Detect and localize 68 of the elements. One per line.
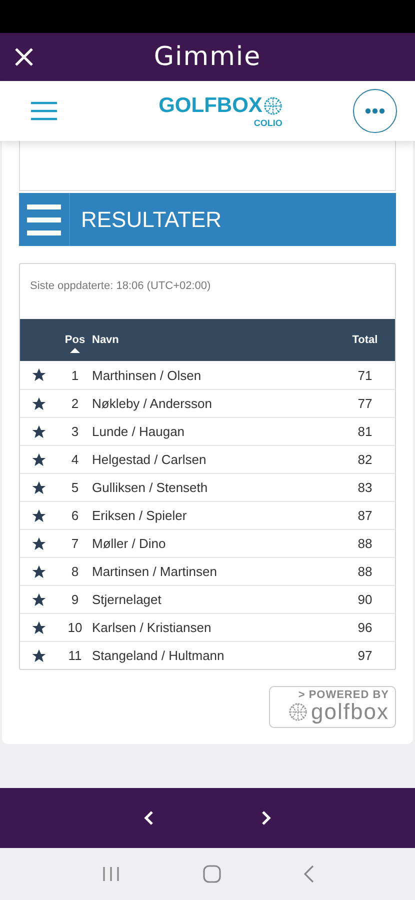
position-cell: 2 <box>71 396 79 411</box>
star-icon[interactable] <box>31 536 47 552</box>
section-title: RESULTATER <box>81 206 222 232</box>
position-cell: 11 <box>68 648 82 663</box>
star-icon[interactable] <box>31 592 47 608</box>
column-header[interactable]: Navn <box>92 334 119 346</box>
total-cell: 96 <box>358 620 372 635</box>
position-cell: 4 <box>71 452 79 467</box>
position-cell: 10 <box>68 620 82 635</box>
name-cell: Marthinsen / Olsen <box>92 368 202 382</box>
column-header[interactable]: Pos <box>64 334 86 346</box>
menu-icon <box>30 100 58 122</box>
name-cell: Eriksen / Spieler <box>92 508 187 523</box>
position-cell: 8 <box>71 564 79 579</box>
name-cell: Gulliksen / Stenseth <box>92 480 208 495</box>
star-icon[interactable] <box>31 396 47 412</box>
name-cell: Stjernelaget <box>92 592 162 607</box>
star-icon[interactable] <box>31 480 47 496</box>
powered-caption: > POWERED BY <box>298 689 389 701</box>
position-cell: 3 <box>71 424 79 439</box>
sub-logo: COLIO <box>254 118 282 128</box>
total-cell: 71 <box>358 368 372 382</box>
position-cell: 6 <box>71 508 79 523</box>
total-cell: 87 <box>358 508 372 523</box>
star-icon[interactable] <box>31 452 47 468</box>
total-cell: 90 <box>358 592 372 607</box>
site-logo: GOLFBOX <box>158 94 262 118</box>
name-cell: Karlsen / Kristiansen <box>92 620 212 635</box>
last-updated: Siste oppdaterte: 18:06 (UTC+02:00) <box>29 279 212 294</box>
globe-icon <box>289 703 308 721</box>
close-icon <box>14 47 34 67</box>
total-cell: 88 <box>358 564 372 579</box>
name-cell: Martinsen / Martinsen <box>92 564 217 579</box>
chevron-left-icon <box>144 810 154 826</box>
star-icon[interactable] <box>31 620 47 636</box>
total-cell: 97 <box>358 648 372 663</box>
chevron-right-icon <box>261 810 272 826</box>
name-cell: Lunde / Haugan <box>92 424 185 439</box>
total-cell: 82 <box>358 452 372 467</box>
name-cell: Møller / Dino <box>92 536 166 551</box>
total-cell: 77 <box>358 396 372 411</box>
total-cell: 83 <box>358 480 372 495</box>
powered-by-badge[interactable]: > POWERED BY golfbox <box>269 686 396 728</box>
name-cell: Helgestad / Carlsen <box>92 452 206 467</box>
position-cell: 9 <box>71 592 79 607</box>
more-button[interactable] <box>353 89 397 133</box>
column-header[interactable]: Total <box>352 334 378 346</box>
star-icon[interactable] <box>31 564 47 580</box>
globe-icon <box>264 97 282 115</box>
total-cell: 81 <box>358 424 372 439</box>
total-cell: 88 <box>358 536 372 551</box>
position-cell: 1 <box>71 368 79 382</box>
back-icon <box>304 865 314 883</box>
star-icon[interactable] <box>31 424 47 440</box>
more-icon <box>365 108 385 114</box>
name-cell: Nøkleby / Andersson <box>92 396 212 411</box>
position-cell: 5 <box>71 480 79 495</box>
app-brand: Gimmie <box>154 42 262 72</box>
home-icon <box>202 865 220 883</box>
star-icon[interactable] <box>31 367 47 383</box>
name-cell: Stangeland / Hultmann <box>92 648 224 663</box>
powered-brand: golfbox <box>311 701 389 723</box>
star-icon[interactable] <box>31 508 47 524</box>
list-icon <box>27 204 61 236</box>
position-cell: 7 <box>71 536 79 551</box>
menu-button[interactable] <box>30 100 58 122</box>
star-icon[interactable] <box>31 648 47 664</box>
recent-apps-icon <box>102 866 120 882</box>
